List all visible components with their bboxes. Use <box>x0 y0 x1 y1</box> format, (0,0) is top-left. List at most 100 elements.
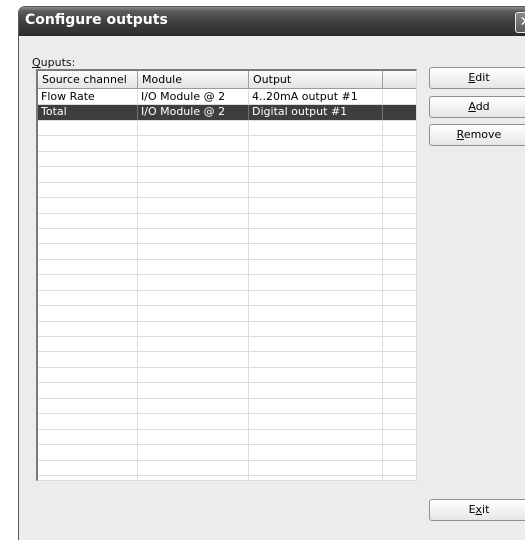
empty-table-cell <box>383 121 416 135</box>
empty-table-cell <box>383 244 416 258</box>
configure-outputs-dialog: Configure outputs ✕ Quputs: Source chann… <box>18 6 525 540</box>
table-cell-output: 4..20mA output #1 <box>249 90 383 105</box>
empty-table-cell <box>138 445 249 460</box>
empty-table-cell <box>249 475 383 480</box>
empty-table-cell <box>38 367 138 383</box>
empty-table-cell <box>38 445 138 460</box>
empty-table-cell <box>138 475 249 480</box>
empty-table-row <box>38 398 416 415</box>
empty-table-row <box>38 337 416 353</box>
empty-table-cell <box>383 322 416 336</box>
empty-table-cell <box>383 445 416 459</box>
empty-table-cell <box>138 352 249 367</box>
empty-table-cell <box>38 151 138 167</box>
table-cell-source: Flow Rate <box>38 90 138 105</box>
empty-table-row <box>38 244 416 260</box>
empty-table-cell <box>249 321 383 336</box>
column-header-source-channel[interactable]: Source channel <box>38 71 138 88</box>
empty-table-row <box>38 120 416 137</box>
empty-table-cell <box>249 167 383 182</box>
empty-table-cell <box>38 182 138 198</box>
column-header-module[interactable]: Module <box>138 71 249 88</box>
list-header: Source channel Module Output <box>38 71 416 89</box>
table-row[interactable]: Total I/O Module @ 2 Digital output #1 <box>38 105 416 121</box>
empty-table-row <box>38 151 416 168</box>
empty-table-cell <box>383 383 416 397</box>
empty-table-row <box>38 414 416 430</box>
outputs-label-text: uputs: <box>40 56 76 69</box>
remove-button[interactable]: Remove <box>429 124 525 146</box>
edit-button[interactable]: Edit <box>429 67 525 89</box>
empty-table-cell <box>138 120 249 136</box>
empty-table-cell <box>138 259 249 275</box>
empty-table-cell <box>38 136 138 151</box>
window-title: Configure outputs <box>25 12 168 28</box>
empty-table-cell <box>138 167 249 182</box>
empty-table-row <box>38 213 416 229</box>
table-row[interactable]: Flow Rate I/O Module @ 2 4..20mA output #1 <box>38 90 416 106</box>
empty-table-cell <box>249 429 383 445</box>
empty-table-cell <box>383 414 416 428</box>
empty-table-cell <box>383 306 416 320</box>
empty-table-cell <box>138 182 249 198</box>
title-bar[interactable]: Configure outputs ✕ <box>19 7 525 36</box>
empty-table-cell <box>383 214 416 228</box>
empty-table-cell <box>249 213 383 228</box>
remove-button-mnemonic: R <box>456 128 464 141</box>
add-button[interactable]: Add <box>429 96 525 118</box>
exit-button-prefix: E <box>468 503 476 516</box>
empty-table-cell <box>249 244 383 259</box>
empty-table-cell <box>138 228 249 244</box>
empty-table-cell <box>138 398 249 414</box>
empty-table-cell <box>38 213 138 228</box>
empty-table-row <box>38 182 416 199</box>
exit-button[interactable]: Exit <box>429 499 525 521</box>
empty-table-row <box>38 306 416 322</box>
empty-table-cell <box>249 136 383 151</box>
close-button[interactable]: ✕ <box>515 12 525 33</box>
empty-table-cell <box>138 136 249 151</box>
empty-table-row <box>38 445 416 461</box>
empty-table-cell <box>38 228 138 244</box>
empty-table-cell <box>383 183 416 197</box>
add-button-mnemonic: A <box>468 100 476 113</box>
empty-table-cell <box>38 167 138 182</box>
empty-table-cell <box>38 306 138 321</box>
empty-table-cell <box>38 414 138 429</box>
add-button-label: dd <box>475 100 490 113</box>
empty-table-cell <box>249 151 383 167</box>
table-cell-module: I/O Module @ 2 <box>138 90 249 105</box>
empty-table-cell <box>383 260 416 274</box>
empty-table-cell <box>138 321 249 336</box>
table-cell-extra <box>383 90 416 104</box>
empty-table-row <box>38 352 416 368</box>
empty-table-cell <box>249 445 383 460</box>
empty-table-cell <box>38 383 138 398</box>
column-header-output[interactable]: Output <box>249 71 383 88</box>
empty-table-cell <box>138 198 249 213</box>
empty-table-cell <box>138 306 249 321</box>
table-cell-extra <box>383 105 416 119</box>
exit-button-label: it <box>482 503 490 516</box>
empty-table-cell <box>138 367 249 383</box>
table-cell-source: Total <box>38 105 138 120</box>
empty-table-row <box>38 136 416 152</box>
empty-table-cell <box>249 337 383 352</box>
column-header-extra[interactable] <box>383 71 416 88</box>
empty-table-cell <box>38 321 138 336</box>
remove-button-label: emove <box>463 128 502 141</box>
outputs-label-mnemonic: Q <box>32 56 41 69</box>
empty-table-cell <box>383 352 416 366</box>
empty-table-cell <box>249 228 383 244</box>
empty-table-row <box>38 290 416 307</box>
empty-table-cell <box>138 151 249 167</box>
empty-table-cell <box>383 198 416 212</box>
table-cell-module: I/O Module @ 2 <box>138 105 249 120</box>
empty-table-cell <box>249 460 383 475</box>
empty-table-cell <box>138 244 249 259</box>
outputs-list[interactable]: Source channel Module Output Flow Rate I/… <box>36 69 417 481</box>
empty-table-cell <box>249 120 383 136</box>
empty-table-cell <box>249 182 383 198</box>
empty-table-cell <box>38 352 138 367</box>
empty-table-cell <box>38 337 138 352</box>
